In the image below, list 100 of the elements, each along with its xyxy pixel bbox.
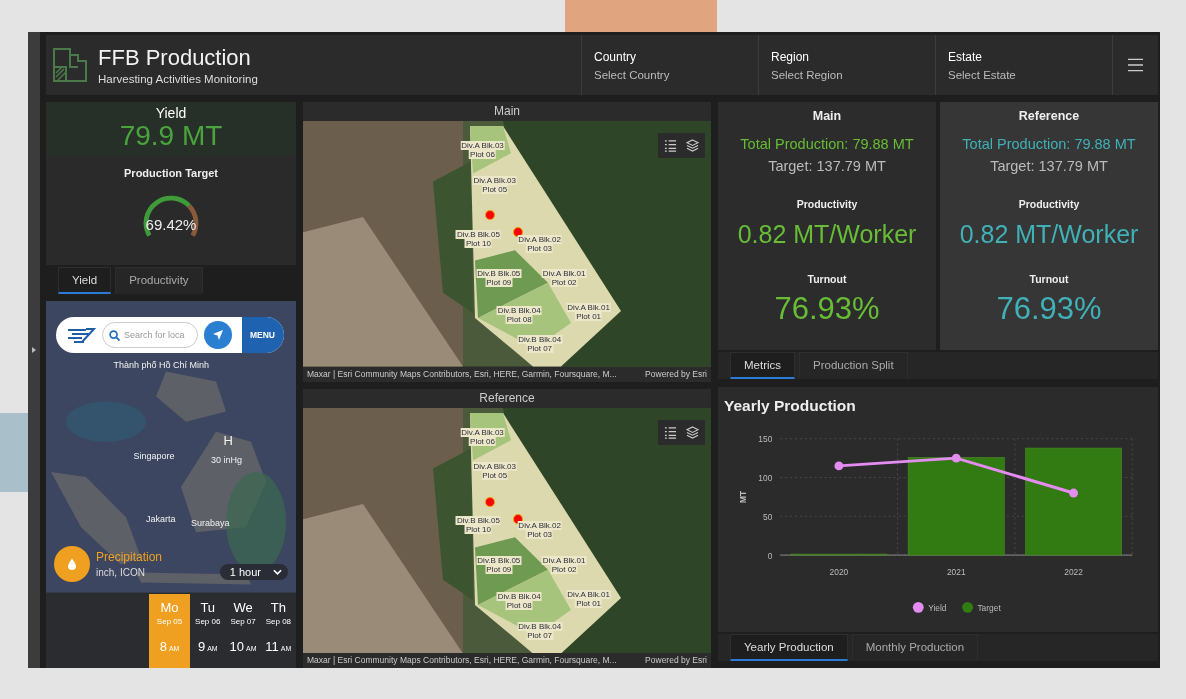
- block-label: Div.A Blk.01: [566, 590, 611, 599]
- card-title: Main: [811, 109, 843, 123]
- tab[interactable]: Monthly Production: [851, 634, 979, 661]
- day-item[interactable]: We Sep 07: [225, 594, 261, 631]
- metric-label: Turnout: [1028, 273, 1070, 285]
- map-attribution: Maxar | Esri Community Maps Contributors, Esri, HERE, Garmin, Foursquare, M...: [307, 367, 617, 381]
- block-label: Div.A Blk.03: [472, 175, 517, 185]
- app-title: FFB Production: [98, 45, 252, 71]
- filter-dropdown[interactable]: Country Select Country: [581, 35, 758, 95]
- location-dot[interactable]: [485, 209, 495, 220]
- plot-label: Plot 10: [465, 525, 492, 535]
- drop-icon: [68, 558, 76, 570]
- menu-button[interactable]: MENU: [241, 317, 284, 353]
- tab[interactable]: Metrics: [730, 352, 796, 379]
- block-label: Div.B Blk.04: [496, 592, 542, 602]
- block-label: Div.A Blk.02: [517, 234, 562, 244]
- map-place-label: Jakarta: [146, 513, 176, 524]
- tab[interactable]: Yearly Production: [730, 634, 848, 661]
- plot-label: Plot 01: [575, 312, 603, 322]
- block-label: Div.A Blk.01: [541, 269, 587, 279]
- block-label: Div.B Blk.05: [476, 269, 522, 279]
- logo-icon: [52, 47, 88, 83]
- hour-label: 9: [197, 639, 206, 654]
- hour-label: 8: [159, 639, 167, 654]
- hour-label: 10: [229, 639, 245, 654]
- productivity-value: 0.82 MT/Worker: [736, 220, 918, 249]
- y-axis-label: MT: [737, 490, 748, 503]
- yield-value: 79.9 MT: [118, 121, 224, 151]
- map-place-label: H: [223, 433, 233, 449]
- layer-name: Precipitation: [96, 550, 163, 564]
- legend-label: Target: [977, 602, 1001, 613]
- metric-label: Turnout: [806, 273, 848, 285]
- block-label: Div.B Blk.05: [476, 555, 522, 565]
- block-label: Div.A Blk.01: [566, 303, 611, 313]
- block-label: Div.B Blk.05: [455, 229, 501, 239]
- layer-units: inch, ICON: [96, 567, 146, 578]
- search-field[interactable]: Search for loca: [102, 322, 198, 348]
- expand-icon[interactable]: [32, 347, 36, 353]
- navigation-arrow-icon: [212, 329, 224, 341]
- app-subtitle: Harvesting Activities Monitoring: [98, 73, 258, 85]
- day-item[interactable]: Th Sep 08: [260, 594, 296, 631]
- yield-point: [1069, 488, 1078, 498]
- locate-button[interactable]: [204, 321, 232, 349]
- y-tick-label: 100: [758, 472, 773, 483]
- target-text: Target: 137.79 MT: [767, 158, 887, 174]
- location-dot[interactable]: [513, 227, 523, 238]
- tab[interactable]: Productivity: [115, 267, 203, 294]
- plot-label: Plot 02: [550, 564, 578, 574]
- day-label: Mo: [160, 599, 179, 615]
- date-label: Sep 07: [230, 616, 256, 626]
- plot-label: Plot 05: [481, 471, 509, 481]
- map-place-label: 30 inHg: [211, 455, 243, 466]
- powered-by-link[interactable]: Powered by Esri: [645, 366, 707, 382]
- plot-label: Plot 01: [575, 599, 603, 608]
- location-dot[interactable]: [485, 496, 495, 507]
- plot-label: Plot 07: [526, 630, 554, 640]
- day-item[interactable]: Tu Sep 06: [190, 594, 226, 631]
- logo-icon: [66, 327, 96, 343]
- yield-point: [834, 461, 844, 471]
- map-title: Main: [493, 103, 521, 120]
- tab[interactable]: Production Split: [799, 352, 908, 379]
- total-production: Total Production: 79.88 MT: [961, 136, 1137, 152]
- interval-dropdown[interactable]: 1 hour: [219, 564, 288, 580]
- yield-point: [951, 453, 961, 463]
- plot-label: Plot 09: [485, 278, 513, 288]
- block-label: Div.B Blk.05: [455, 516, 501, 526]
- x-tick-label: 2022: [1064, 566, 1083, 577]
- plot-label: Plot 08: [505, 314, 533, 324]
- block-label: Div.A Blk.03: [472, 462, 517, 472]
- map-place-label: Singapore: [133, 451, 175, 462]
- tab[interactable]: Yield: [58, 267, 112, 294]
- plot-label: Plot 05: [481, 184, 509, 194]
- block-label: Div.B Blk.04: [517, 335, 563, 345]
- turnout-value: 76.93%: [995, 291, 1103, 327]
- date-label: Sep 08: [265, 616, 292, 626]
- total-production: Total Production: 79.88 MT: [739, 136, 915, 152]
- legend-list-icon[interactable]: [664, 139, 677, 152]
- plot-label: Plot 09: [485, 564, 513, 574]
- productivity-value: 0.82 MT/Worker: [958, 220, 1140, 249]
- block-label: Div.A Blk.03: [460, 141, 505, 151]
- block-label: Div.B Blk.04: [496, 305, 542, 315]
- search-icon: [109, 329, 120, 341]
- plot-label: Plot 02: [550, 278, 578, 288]
- layers-icon[interactable]: [686, 139, 699, 152]
- date-label: Sep 05: [156, 616, 183, 626]
- plot-label: Plot 03: [526, 530, 554, 540]
- target-title: Production Target: [123, 167, 219, 179]
- day-label: We: [233, 599, 253, 615]
- filter-dropdown[interactable]: Region Select Region: [758, 35, 935, 95]
- plot-label: Plot 07: [526, 344, 554, 354]
- y-tick-label: 50: [763, 511, 773, 522]
- legend-list-icon[interactable]: [664, 425, 677, 439]
- powered-by-link[interactable]: Powered by Esri: [645, 653, 707, 668]
- menu-icon: [1128, 58, 1143, 72]
- day-label: Th: [270, 599, 286, 615]
- chart-title: Yearly Production: [723, 396, 857, 416]
- day-label: Tu: [200, 599, 216, 615]
- layers-icon[interactable]: [686, 425, 699, 439]
- plot-label: Plot 10: [465, 238, 492, 248]
- legend-label: Yield: [928, 602, 947, 613]
